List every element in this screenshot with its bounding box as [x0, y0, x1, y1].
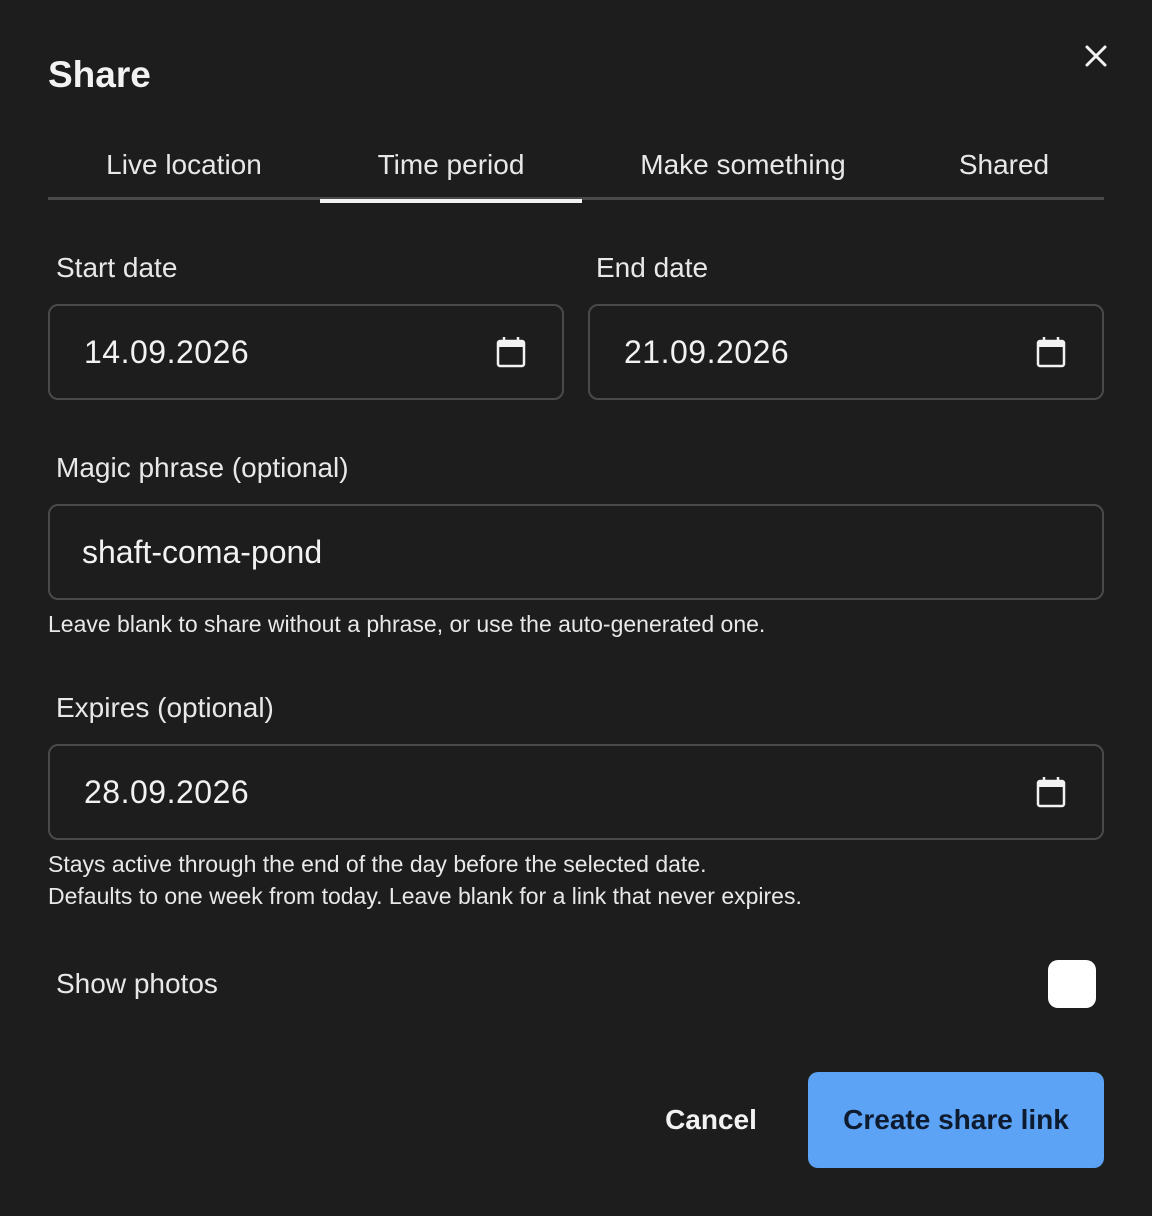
close-icon — [1085, 45, 1107, 67]
cancel-button[interactable]: Cancel — [640, 1072, 782, 1168]
start-date-label: Start date — [56, 252, 178, 283]
start-date-input[interactable]: 14.09.2026 — [48, 304, 564, 400]
start-date-value: 14.09.2026 — [84, 333, 250, 370]
close-button[interactable] — [1078, 38, 1114, 74]
calendar-icon[interactable] — [496, 336, 526, 368]
expires-help-line-2: Defaults to one week from today. Leave b… — [48, 883, 802, 909]
calendar-icon[interactable] — [1036, 776, 1066, 808]
dialog-title: Share — [48, 54, 151, 95]
show-photos-checkbox[interactable] — [1048, 960, 1096, 1008]
calendar-icon[interactable] — [1036, 336, 1066, 368]
end-date-label: End date — [596, 252, 709, 283]
create-share-link-button[interactable]: Create share link — [808, 1072, 1104, 1168]
show-photos-label: Show photos — [56, 968, 218, 999]
tab-make-something[interactable]: Make something — [582, 130, 904, 200]
magic-phrase-label: Magic phrase (optional) — [56, 452, 349, 483]
share-dialog: Share Live location Time period Make som… — [0, 0, 1152, 1216]
expires-value: 28.09.2026 — [84, 773, 250, 810]
tab-time-period[interactable]: Time period — [320, 130, 582, 203]
tab-bar: Live location Time period Make something… — [48, 130, 1104, 203]
magic-phrase-input[interactable]: shaft-coma-pond — [48, 504, 1104, 600]
tab-shared[interactable]: Shared — [904, 130, 1104, 200]
magic-phrase-help: Leave blank to share without a phrase, o… — [48, 611, 766, 637]
expires-help-line-1: Stays active through the end of the day … — [48, 851, 707, 877]
tab-live-location[interactable]: Live location — [48, 130, 320, 200]
end-date-input[interactable]: 21.09.2026 — [588, 304, 1104, 400]
expires-input[interactable]: 28.09.2026 — [48, 744, 1104, 840]
expires-label: Expires (optional) — [56, 692, 274, 723]
end-date-value: 21.09.2026 — [624, 333, 790, 370]
magic-phrase-value: shaft-coma-pond — [82, 533, 323, 570]
